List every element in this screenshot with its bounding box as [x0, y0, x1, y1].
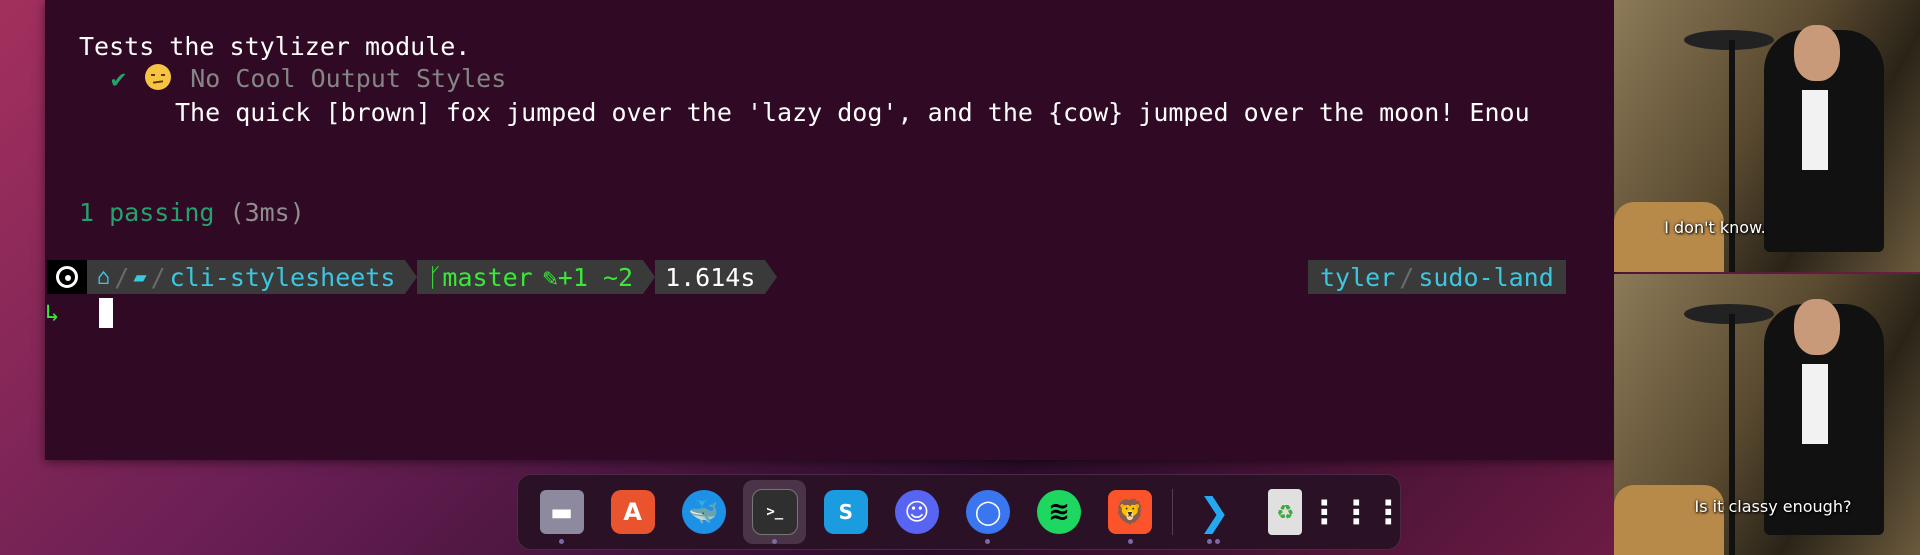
chair: [1614, 202, 1724, 272]
continuation-arrow-icon: ↳: [45, 299, 60, 327]
input-line[interactable]: ↳: [45, 296, 114, 330]
dock: ▬ A 🐳 >_ S ☺ ◯ ≋ 🦁 ❯ ♻ ⋮⋮⋮: [517, 474, 1405, 550]
running-indicator: [985, 539, 991, 544]
dock-item-signal[interactable]: ◯: [956, 480, 1019, 544]
dock-item-brave[interactable]: 🦁: [1099, 480, 1162, 544]
running-indicator: [559, 539, 564, 544]
home-icon: ⌂: [97, 264, 111, 290]
test-output-text: The quick [brown] fox jumped over the 'l…: [175, 98, 1530, 127]
test-case-name: No Cool Output Styles: [190, 64, 507, 93]
text-cursor[interactable]: [99, 298, 114, 328]
terminal-window[interactable]: Tests the stylizer module. ✔ No Cool Out…: [45, 0, 1615, 460]
meme-caption-bottom: Is it classy enough?: [1694, 497, 1852, 516]
edit-icon: ✎: [542, 262, 558, 292]
floor-lamp: [1729, 314, 1735, 555]
app-center-icon: A: [610, 490, 655, 534]
vscode-icon: ❯: [1198, 490, 1231, 534]
git-changes: +1 ~2: [557, 262, 634, 292]
user-name: tyler: [1320, 262, 1396, 292]
check-icon: ✔: [111, 64, 127, 93]
docker-icon: 🐳: [681, 490, 726, 534]
passing-time: (3ms): [229, 198, 305, 227]
prompt-separator: [405, 260, 418, 294]
duration-segment: 1.614s: [655, 260, 766, 294]
terminal-output: Tests the stylizer module. ✔ No Cool Out…: [45, 0, 1615, 460]
unamused-emoji-icon: [145, 64, 172, 90]
running-indicator: [1206, 539, 1212, 544]
user-host-divider: /: [1399, 262, 1415, 292]
dock-item-app-center[interactable]: A: [601, 480, 664, 544]
current-directory: cli-stylesheets: [169, 262, 396, 292]
floor-lamp: [1729, 40, 1735, 272]
test-suite-title: Tests the stylizer module.: [79, 32, 471, 61]
path-divider: /: [114, 262, 130, 292]
path-segment: ⌂ / ▰ / cli-stylesheets: [87, 260, 406, 294]
dock-item-show-apps[interactable]: ⋮⋮⋮: [1308, 480, 1405, 544]
dock-item-files[interactable]: ▬: [530, 480, 593, 544]
sendit-icon: S: [823, 490, 868, 534]
host-name: sudo-land: [1418, 262, 1554, 292]
prompt-separator: [643, 260, 656, 294]
meme-image-top: I don't know.: [1614, 0, 1920, 272]
trash-icon: ♻: [1268, 489, 1303, 535]
git-branch: master: [442, 262, 533, 292]
dock-item-trash[interactable]: ♻: [1254, 480, 1317, 544]
dock-item-vscode[interactable]: ❯: [1183, 480, 1246, 544]
os-segment: [47, 260, 87, 294]
passing-count: 1 passing: [79, 198, 215, 227]
passing-summary: 1 passing (3ms): [79, 198, 305, 227]
brave-icon: 🦁: [1108, 490, 1153, 534]
test-case-line: ✔ No Cool Output Styles: [111, 64, 506, 93]
command-duration: 1.614s: [665, 262, 756, 292]
folder-icon: ▰: [133, 264, 147, 290]
meme-image-bottom: Is it classy enough?: [1614, 274, 1920, 555]
running-indicator: [772, 539, 778, 544]
path-divider: /: [150, 262, 166, 292]
dock-separator: [1171, 489, 1173, 535]
app-grid-icon: ⋮⋮⋮: [1308, 493, 1405, 531]
ubuntu-icon: [56, 266, 78, 288]
prompt-separator: [765, 260, 778, 294]
discord-icon: ☺: [894, 490, 939, 534]
files-icon: ▬: [539, 490, 584, 534]
dock-item-terminal[interactable]: >_: [743, 480, 807, 544]
chair: [1614, 485, 1724, 555]
running-indicator: [1127, 539, 1133, 544]
dock-item-spotify[interactable]: ≋: [1028, 480, 1091, 544]
dock-item-docker[interactable]: 🐳: [672, 480, 735, 544]
dock-item-sendit[interactable]: S: [814, 480, 877, 544]
git-branch-icon: ᚴ: [427, 262, 443, 292]
spotify-icon: ≋: [1037, 490, 1082, 534]
signal-icon: ◯: [966, 490, 1010, 534]
user-host-segment: tyler / sudo-land: [1308, 260, 1566, 294]
git-segment: ᚴ master ✎ +1 ~2: [417, 260, 644, 294]
meme-caption-top: I don't know.: [1664, 218, 1766, 237]
shell-prompt: ⌂ / ▰ / cli-stylesheets ᚴ master ✎ +1 ~2…: [47, 260, 778, 294]
dock-item-discord[interactable]: ☺: [885, 480, 948, 544]
terminal-icon: >_: [751, 489, 798, 535]
